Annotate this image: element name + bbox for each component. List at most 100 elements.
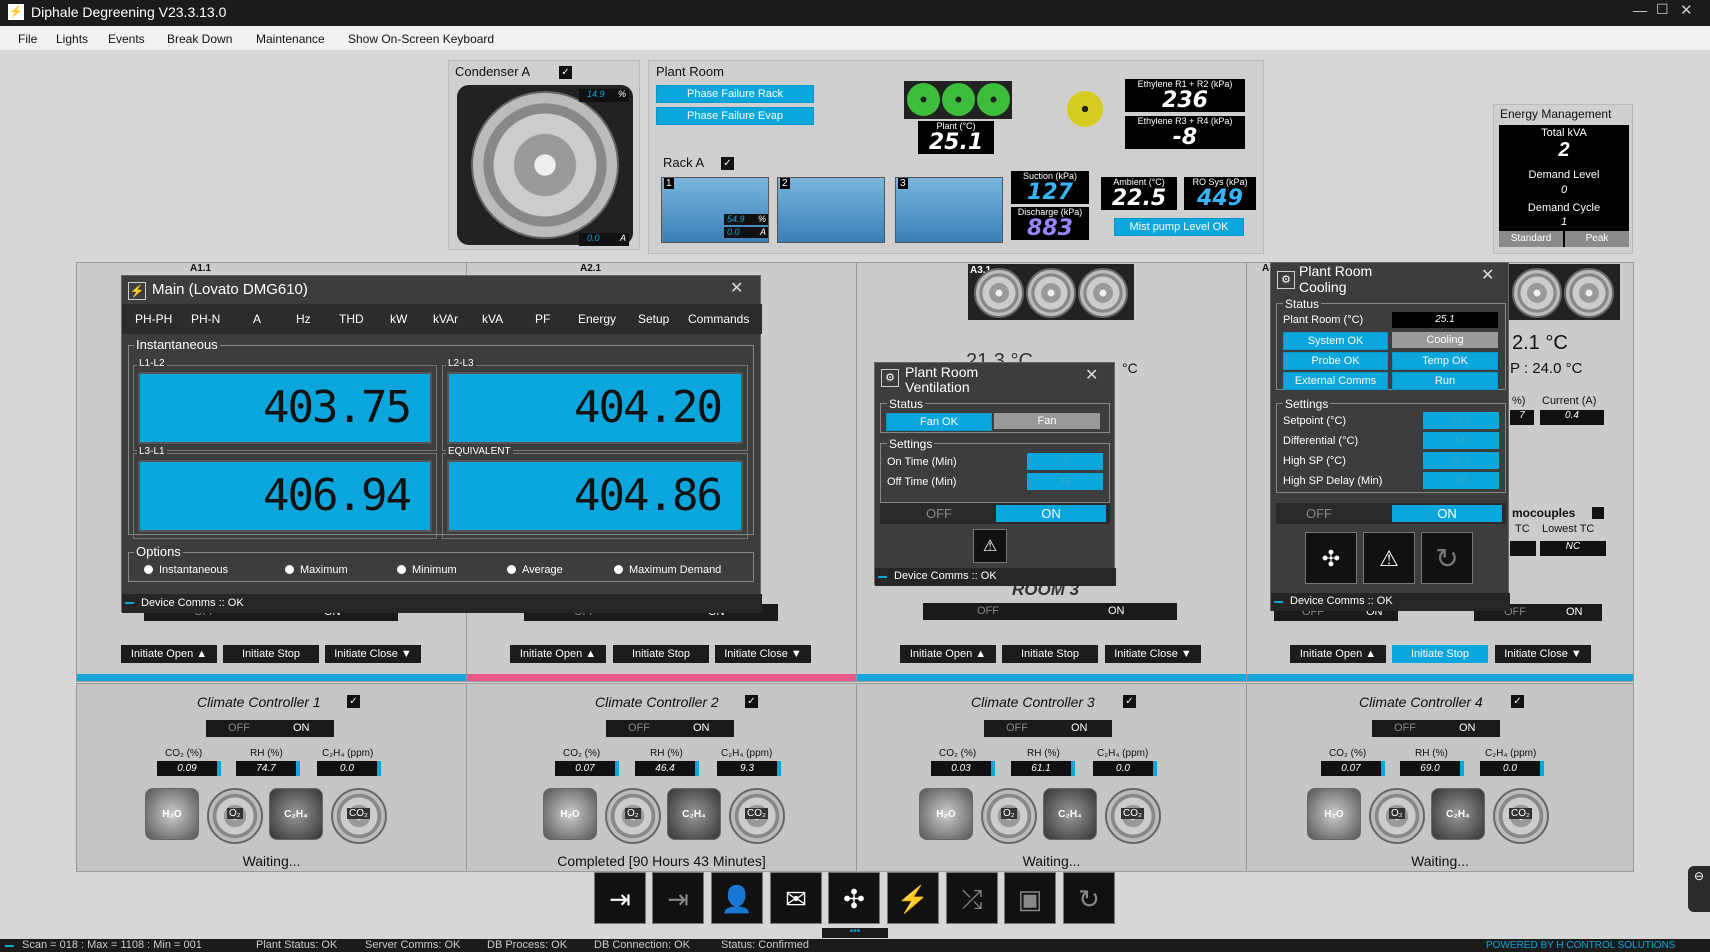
room2-initiate-open[interactable]: Initiate Open ▲	[510, 645, 606, 663]
menu-lights[interactable]: Lights	[56, 32, 88, 46]
room1-initiate-open[interactable]: Initiate Open ▲	[121, 645, 217, 663]
room2-initiate-close[interactable]: Initiate Close ▼	[715, 645, 811, 663]
room3-onoff[interactable]: OFF ON	[923, 603, 1177, 620]
menu-maintenance[interactable]: Maintenance	[256, 32, 325, 46]
room4-initiate-open[interactable]: Initiate Open ▲	[1290, 645, 1386, 663]
cooling-close-icon[interactable]: ✕	[1481, 265, 1494, 285]
logout-icon[interactable]: ⇥	[652, 872, 704, 924]
peak-button[interactable]: Peak	[1565, 231, 1629, 247]
refresh-icon[interactable]: ↻	[1063, 872, 1115, 924]
option-minimum[interactable]: Minimum	[397, 564, 457, 576]
tab-thd[interactable]: THD	[339, 312, 364, 326]
room4-initiate-stop[interactable]: Initiate Stop	[1392, 645, 1488, 663]
shuffle-icon[interactable]: ⤮	[946, 872, 998, 924]
plant-fan-icon	[907, 83, 940, 116]
tab-kw[interactable]: kW	[390, 312, 407, 326]
h2o-pump-icon: H₂O	[919, 788, 973, 840]
climate-onoff[interactable]: OFF ON	[984, 720, 1112, 737]
dock-handle[interactable]: •••	[822, 927, 888, 938]
menu-breakdown[interactable]: Break Down	[167, 32, 232, 46]
tab-hz[interactable]: Hz	[296, 312, 311, 326]
tab-kva[interactable]: kVA	[482, 312, 503, 326]
tab-energy[interactable]: Energy	[578, 312, 616, 326]
room4-status-strip	[1247, 674, 1633, 681]
compressor-1: 1 54.9% 0.0 A	[661, 177, 769, 243]
login-icon[interactable]: ⇥	[594, 872, 646, 924]
climate-checkbox[interactable]: ✓	[745, 695, 758, 708]
climate-onoff[interactable]: OFF ON	[206, 720, 334, 737]
condenser-checkbox[interactable]: ✓	[559, 66, 572, 79]
condenser-label: Condenser A	[455, 64, 531, 79]
save-icon[interactable]: ▣	[1004, 872, 1056, 924]
tab-commands[interactable]: Commands	[688, 312, 749, 326]
title-bar: ⚡ Diphale Degreening V23.3.13.0 — ☐ ✕	[0, 0, 1710, 26]
option-maximum-demand[interactable]: Maximum Demand	[614, 564, 721, 576]
menu-keyboard[interactable]: Show On-Screen Keyboard	[348, 32, 494, 46]
room3-initiate-close[interactable]: Initiate Close ▼	[1105, 645, 1201, 663]
status-bar: Scan = 018 : Max = 1108 : Min = 001 Plan…	[0, 939, 1710, 952]
tab-ph-n[interactable]: PH-N	[191, 312, 220, 326]
db-connection-status: DB Connection: OK	[594, 939, 690, 951]
mail-icon[interactable]: ✉	[770, 872, 822, 924]
minimize-icon[interactable]: —	[1633, 2, 1647, 18]
dialog-close-icon[interactable]: ✕	[730, 278, 743, 298]
refresh-icon[interactable]: ↻	[1421, 532, 1473, 584]
reset-alarm-icon[interactable]: ⚠	[1363, 532, 1415, 584]
user-settings-icon[interactable]: 👤	[711, 872, 763, 924]
option-average[interactable]: Average	[507, 564, 563, 576]
fan-control-icon[interactable]: ✣	[1305, 532, 1357, 584]
maximize-icon[interactable]: ☐	[1656, 1, 1669, 18]
climate-title: Climate Controller 1	[197, 694, 321, 710]
cooling-onoff-toggle[interactable]: OFF ON	[1276, 503, 1506, 524]
condenser-pct: 14.9%	[579, 89, 629, 102]
room4-fan-icon	[1564, 268, 1614, 318]
room4-setpoint: P : 24.0 °C	[1510, 360, 1583, 377]
tab-kvar[interactable]: kVAr	[433, 312, 458, 326]
menu-file[interactable]: File	[18, 32, 37, 46]
close-icon[interactable]: ✕	[1680, 1, 1693, 19]
tab-pf[interactable]: PF	[535, 312, 550, 326]
tab-a[interactable]: A	[253, 312, 261, 326]
on-time-input[interactable]: 5	[1027, 453, 1103, 470]
room1-initiate-stop[interactable]: Initiate Stop	[223, 645, 319, 663]
climate-onoff[interactable]: OFF ON	[606, 720, 734, 737]
comms-status: Device Comms :: OK	[122, 594, 762, 613]
room1-initiate-close[interactable]: Initiate Close ▼	[325, 645, 421, 663]
room3-initiate-open[interactable]: Initiate Open ▲	[900, 645, 996, 663]
thermo-checkbox[interactable]	[1592, 507, 1604, 519]
room4-label: A	[1262, 263, 1270, 274]
high-sp-delay-input[interactable]: 30	[1423, 472, 1499, 489]
option-maximum[interactable]: Maximum	[285, 564, 348, 576]
room4-initiate-close[interactable]: Initiate Close ▼	[1495, 645, 1591, 663]
room3-initiate-stop[interactable]: Initiate Stop	[1002, 645, 1098, 663]
rack-checkbox[interactable]: ✓	[721, 157, 734, 170]
fan-icon[interactable]: ✣	[828, 872, 880, 924]
option-instantaneous[interactable]: Instantaneous	[144, 564, 228, 576]
high-sp-input[interactable]: 30.0	[1423, 452, 1499, 469]
climate-controller-1: Climate Controller 1 ✓ OFF ON CO₂ (%) RH …	[76, 683, 467, 872]
setpoint-input[interactable]: 24.0	[1423, 412, 1499, 429]
compressor-1-pct: 54.9%	[724, 214, 768, 225]
l2l3-value: 404.20	[447, 372, 743, 444]
reset-alarm-icon[interactable]: ⚠	[973, 529, 1007, 563]
differential-input[interactable]: 5.0	[1423, 432, 1499, 449]
climate-status: Waiting...	[1022, 853, 1081, 869]
ro-sys-display: RO Sys (kPa) 449	[1184, 177, 1256, 211]
tab-setup[interactable]: Setup	[638, 312, 669, 326]
climate-checkbox[interactable]: ✓	[1511, 695, 1524, 708]
tab-ph-ph[interactable]: PH-PH	[135, 312, 172, 326]
standard-button[interactable]: Standard	[1499, 231, 1563, 247]
climate-checkbox[interactable]: ✓	[347, 695, 360, 708]
climate-checkbox[interactable]: ✓	[1123, 695, 1136, 708]
room1-status-strip	[77, 674, 466, 681]
room2-initiate-stop[interactable]: Initiate Stop	[613, 645, 709, 663]
window-title: Diphale Degreening V23.3.13.0	[31, 4, 227, 20]
menu-events[interactable]: Events	[108, 32, 145, 46]
climate-onoff[interactable]: OFF ON	[1372, 720, 1500, 737]
vent-onoff-toggle[interactable]: OFF ON	[880, 503, 1110, 524]
side-tab[interactable]: ⊖	[1688, 866, 1710, 912]
vent-close-icon[interactable]: ✕	[1085, 365, 1098, 385]
off-time-input[interactable]: 15	[1027, 473, 1103, 490]
power-icon[interactable]: ⚡	[887, 872, 939, 924]
l1l2-value: 403.75	[138, 372, 432, 444]
